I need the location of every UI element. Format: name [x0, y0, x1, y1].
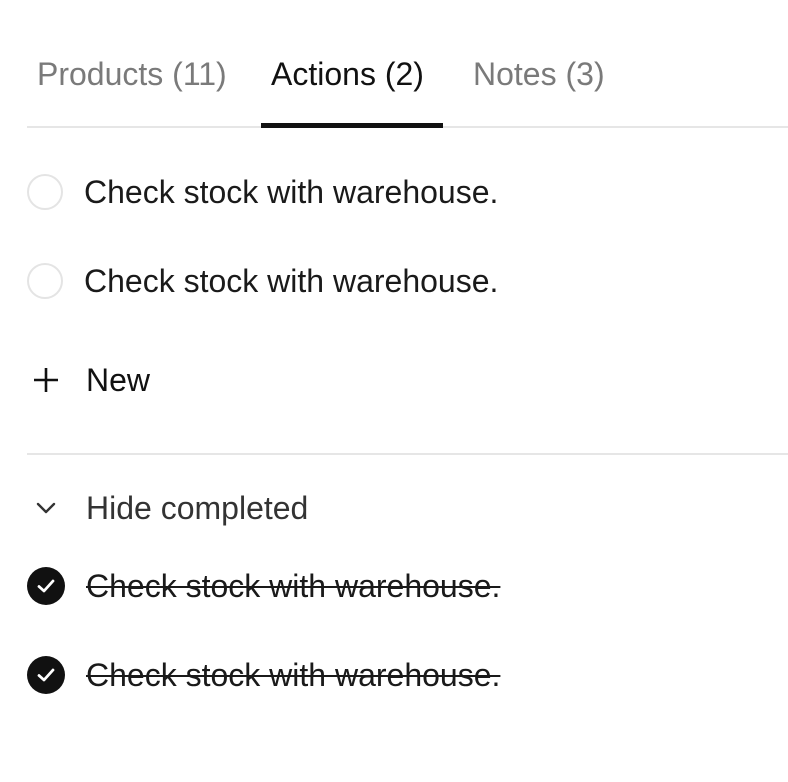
tab-actions[interactable]: Actions (2) — [271, 54, 424, 126]
hide-completed-label: Hide completed — [86, 489, 309, 526]
action-item: Check stock with warehouse. — [27, 261, 498, 301]
tab-products[interactable]: Products (11) — [37, 54, 227, 126]
checkmark-circle-icon[interactable] — [27, 656, 65, 694]
completed-action-item: Check stock with warehouse. — [27, 655, 500, 695]
chevron-down-icon — [27, 489, 65, 527]
completed-action-text: Check stock with warehouse. — [86, 656, 501, 693]
tab-bar: Products (11) Actions (2) Notes (3) — [27, 0, 788, 128]
new-action-button[interactable]: New — [27, 360, 150, 400]
plus-icon — [27, 361, 65, 399]
unchecked-circle-icon[interactable] — [27, 174, 63, 210]
action-text: Check stock with warehouse. — [84, 173, 499, 210]
action-item: Check stock with warehouse. — [27, 172, 498, 212]
action-text: Check stock with warehouse. — [84, 262, 499, 299]
hide-completed-toggle[interactable]: Hide completed — [27, 488, 308, 528]
tab-notes[interactable]: Notes (3) — [473, 54, 605, 126]
active-tab-indicator — [261, 123, 443, 128]
new-action-label: New — [86, 361, 151, 398]
completed-action-item: Check stock with warehouse. — [27, 566, 500, 606]
completed-action-text: Check stock with warehouse. — [86, 567, 501, 604]
section-divider — [27, 453, 788, 455]
unchecked-circle-icon[interactable] — [27, 263, 63, 299]
checkmark-circle-icon[interactable] — [27, 567, 65, 605]
